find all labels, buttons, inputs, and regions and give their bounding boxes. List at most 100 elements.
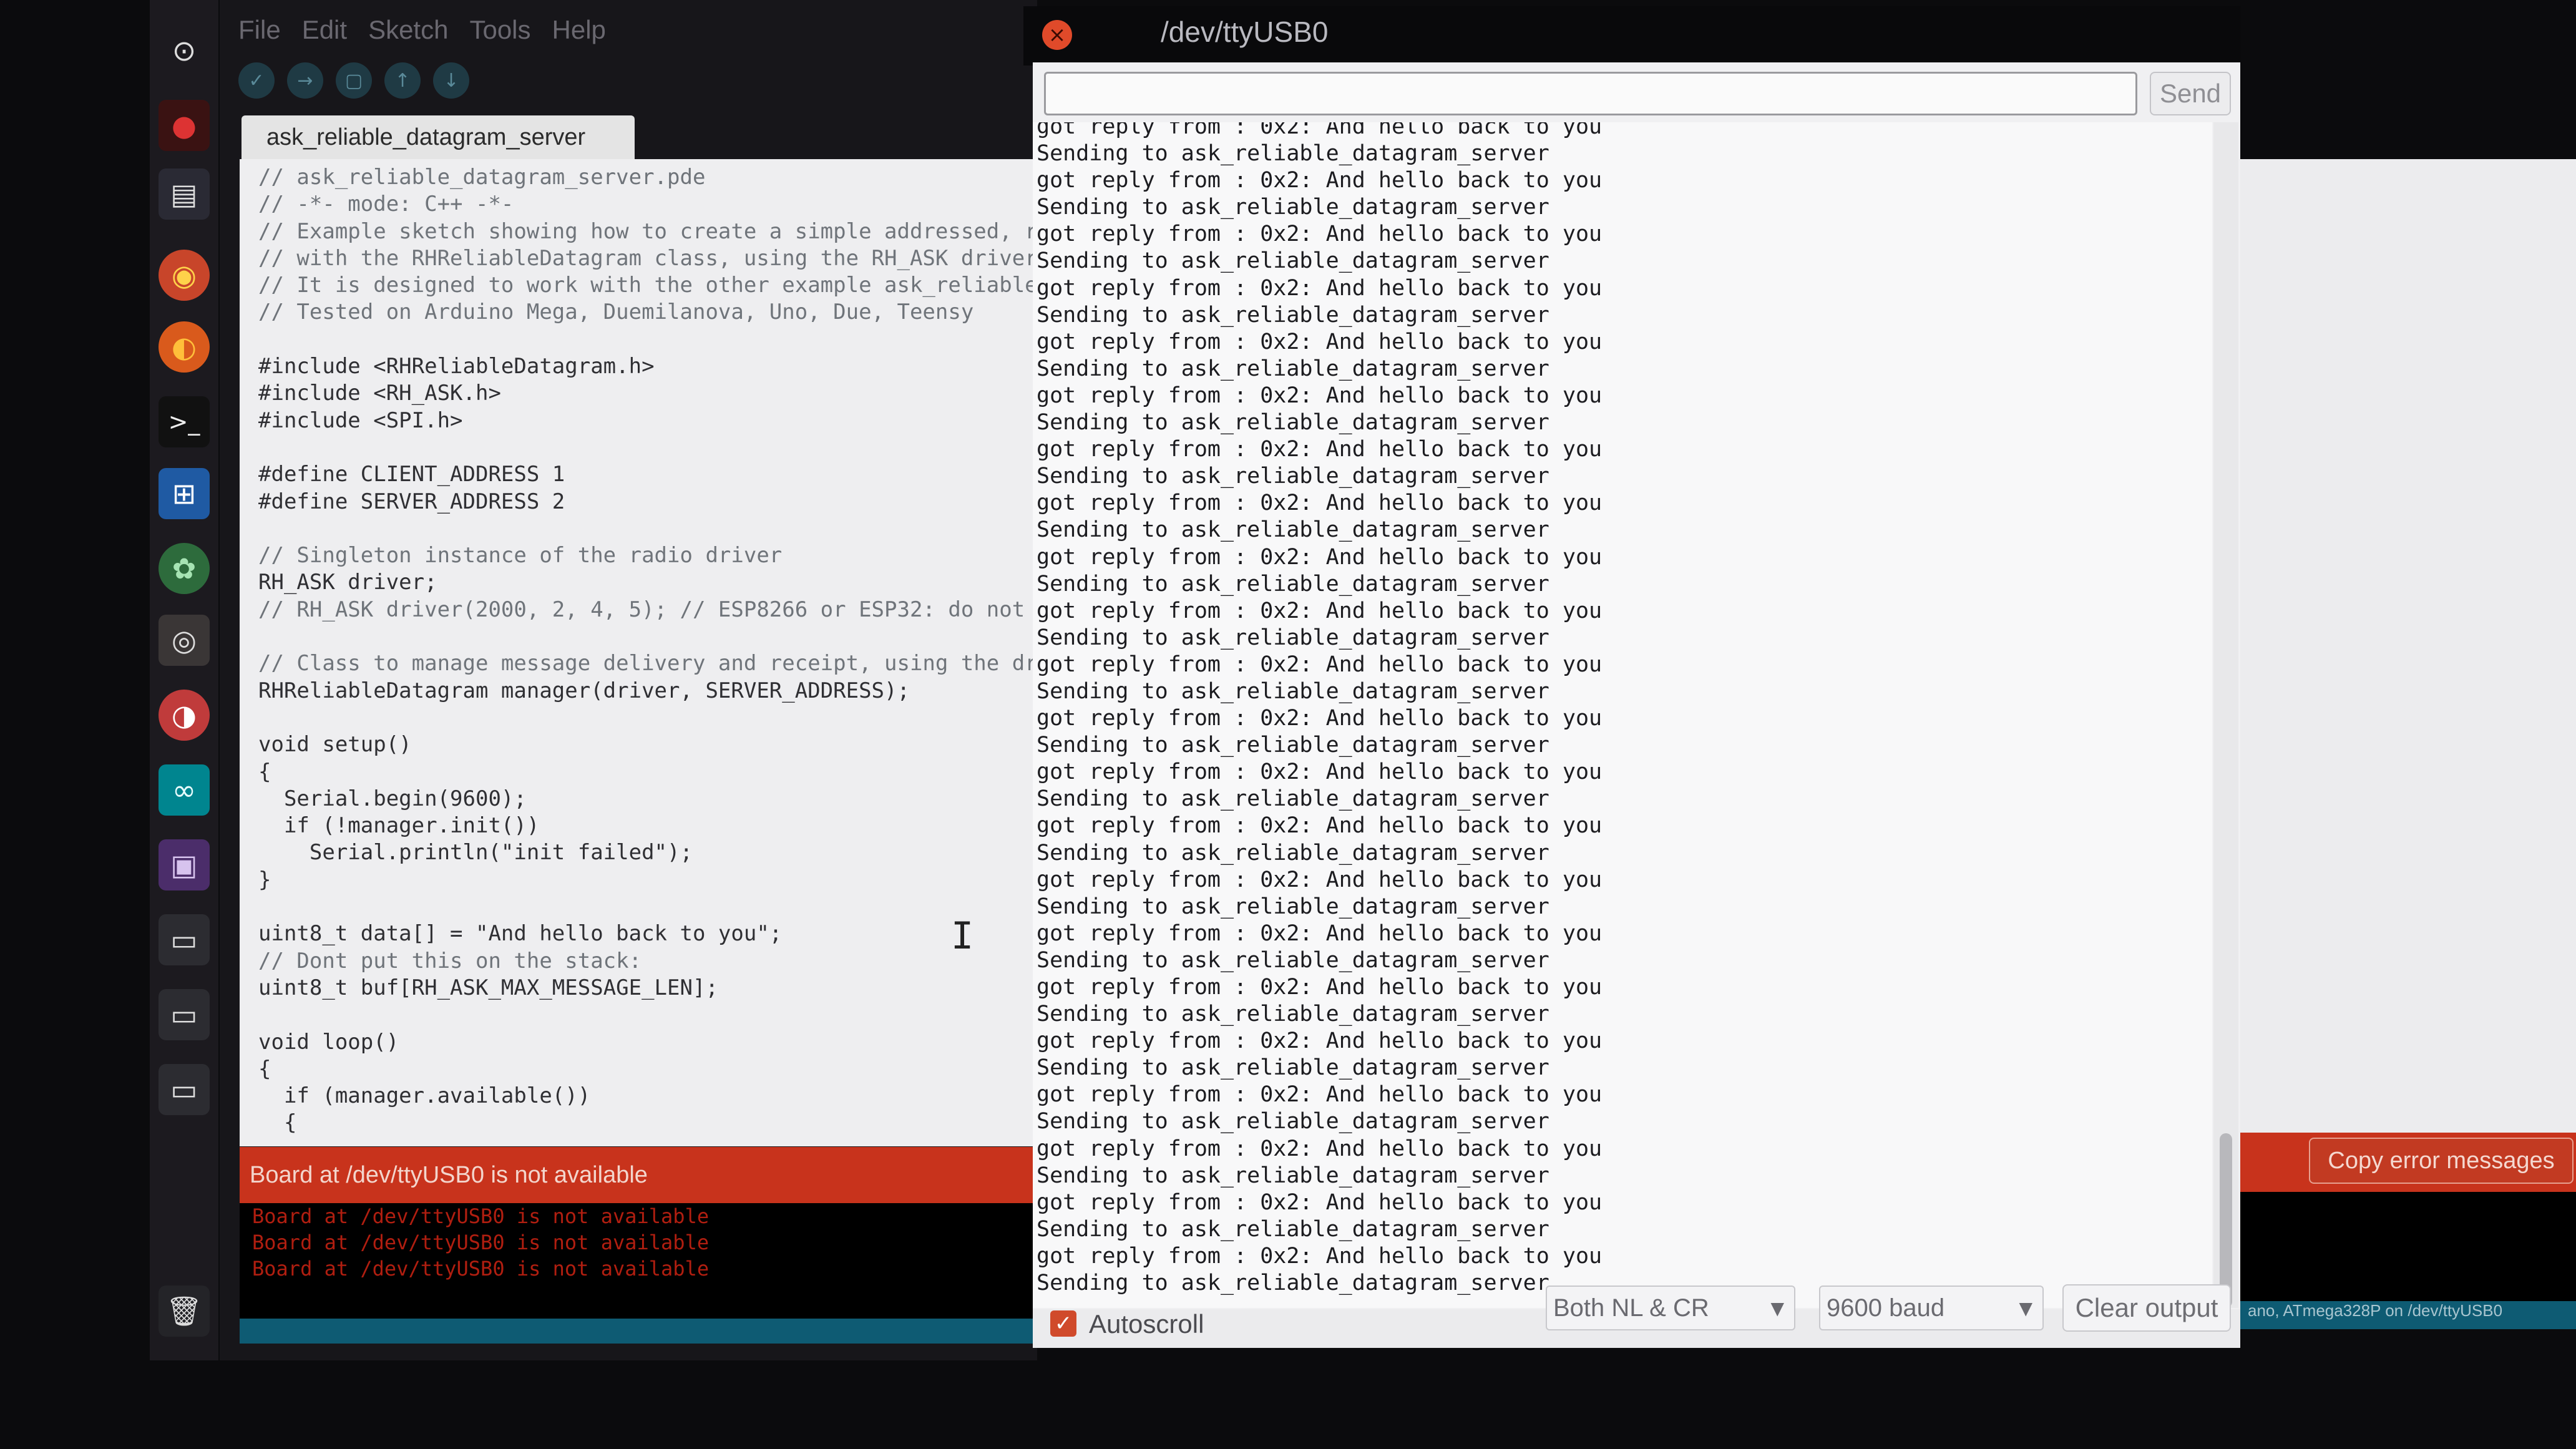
output-line: got reply from : 0x2: And hello back to … <box>1037 168 1603 193</box>
output-line: got reply from : 0x2: And hello back to … <box>1037 275 1603 301</box>
output-line: Sending to ask_reliable_datagram_server <box>1037 786 1549 812</box>
upload-icon[interactable]: → <box>287 62 323 99</box>
output-line: got reply from : 0x2: And hello back to … <box>1037 1082 1603 1108</box>
save-icon[interactable]: ↓ <box>433 62 469 99</box>
app-purple-icon[interactable]: ▣ <box>159 839 210 890</box>
scrollbar[interactable] <box>2213 122 2238 1308</box>
menu-file[interactable]: File <box>238 15 281 45</box>
code-line: RH_ASK driver; <box>258 570 437 595</box>
app-green-icon[interactable]: ✿ <box>159 543 210 594</box>
chevron-down-icon: ▼ <box>1770 1298 1784 1319</box>
console-line: Board at /dev/ttyUSB0 is not available <box>252 1204 710 1228</box>
board-info: ano, ATmega328P on /dev/ttyUSB0 <box>2240 1301 2576 1329</box>
output-line: got reply from : 0x2: And hello back to … <box>1037 651 1603 677</box>
code-line: if (manager.available()) <box>258 1083 591 1109</box>
output-line: got reply from : 0x2: And hello back to … <box>1037 490 1603 516</box>
ide-right-area <box>2240 159 2576 1139</box>
clear-output-button[interactable]: Clear output <box>2062 1284 2231 1332</box>
close-icon[interactable]: × <box>1042 20 1072 50</box>
arduino-icon[interactable]: ∞ <box>159 764 210 816</box>
code-editor[interactable]: // ask_reliable_datagram_server.pde// -*… <box>240 159 1037 1146</box>
serial-output[interactable]: got reply from : 0x2: And hello back to … <box>1033 122 2212 1308</box>
output-line: Sending to ask_reliable_datagram_server <box>1037 1055 1549 1081</box>
output-line: Sending to ask_reliable_datagram_server <box>1037 1109 1549 1134</box>
output-line: got reply from : 0x2: And hello back to … <box>1037 383 1603 408</box>
app-red-icon[interactable]: ◑ <box>159 690 210 741</box>
output-line: got reply from : 0x2: And hello back to … <box>1037 1189 1603 1215</box>
code-line: { <box>258 1056 271 1081</box>
menu-sketch[interactable]: Sketch <box>368 15 448 45</box>
ide-footer <box>240 1319 1037 1344</box>
menu-tools[interactable]: Tools <box>469 15 530 45</box>
code-line: uint8_t buf[RH_ASK_MAX_MESSAGE_LEN]; <box>258 975 718 1000</box>
code-text[interactable]: // ask_reliable_datagram_server.pde// -*… <box>240 159 1037 1137</box>
output-line: got reply from : 0x2: And hello back to … <box>1037 598 1603 623</box>
drive-icon[interactable]: ▭ <box>159 1064 210 1115</box>
code-line: void setup() <box>258 732 412 758</box>
output-line: got reply from : 0x2: And hello back to … <box>1037 329 1603 354</box>
output-line: got reply from : 0x2: And hello back to … <box>1037 920 1603 946</box>
output-line: got reply from : 0x2: And hello back to … <box>1037 222 1603 247</box>
serial-monitor-window: Send got reply from : 0x2: And hello bac… <box>1033 62 2240 1348</box>
output-line: Sending to ask_reliable_datagram_server <box>1037 517 1549 543</box>
code-line: void loop() <box>258 1029 399 1055</box>
line-ending-select[interactable]: Both NL & CR ▼ <box>1546 1286 1795 1330</box>
baud-rate-select[interactable]: 9600 baud ▼ <box>1819 1286 2044 1330</box>
scrollbar-thumb[interactable] <box>2220 1133 2232 1308</box>
copy-error-messages-button[interactable]: Copy error messages <box>2309 1138 2574 1184</box>
drive-icon[interactable]: ▭ <box>159 989 210 1040</box>
toolbar: ✓ → ▢ ↑ ↓ <box>238 56 550 106</box>
open-icon[interactable]: ↑ <box>384 62 421 99</box>
autoscroll-checkbox[interactable]: ✓ <box>1050 1310 1076 1337</box>
tab-sketch[interactable]: ask_reliable_datagram_server <box>242 115 635 159</box>
output-line: got reply from : 0x2: And hello back to … <box>1037 867 1603 892</box>
output-line: got reply from : 0x2: And hello back to … <box>1037 759 1603 785</box>
search-icon[interactable]: ⊙ <box>159 25 210 76</box>
code-line: { <box>258 1110 297 1136</box>
output-line: Sending to ask_reliable_datagram_server <box>1037 464 1549 489</box>
launcher: ⊙ ● ▤ ◉ ◐ >_ ⊞ ✿ ◎ ◑ ∞ ▣ ▭ ▭ ▭ 🗑 <box>150 0 218 1360</box>
output-line: got reply from : 0x2: And hello back to … <box>1037 1028 1603 1054</box>
terminal-icon[interactable]: >_ <box>159 396 210 447</box>
code-line: #define CLIENT_ADDRESS 1 <box>258 462 565 487</box>
output-line: Sending to ask_reliable_datagram_server <box>1037 625 1549 650</box>
app-icon[interactable]: ● <box>159 100 210 151</box>
output-line: got reply from : 0x2: And hello back to … <box>1037 975 1603 1000</box>
menu-edit[interactable]: Edit <box>302 15 347 45</box>
status-bar: Board at /dev/ttyUSB0 is not available <box>240 1147 1037 1203</box>
code-line: // -*- mode: C++ -*- <box>258 192 514 217</box>
output-line: Sending to ask_reliable_datagram_server <box>1037 571 1549 597</box>
code-line: // Tested on Arduino Mega, Duemilanova, … <box>258 300 974 325</box>
chrome-icon[interactable]: ◉ <box>159 250 210 301</box>
software-center-icon[interactable]: ⊞ <box>159 468 210 519</box>
code-line: uint8_t data[] = "And hello back to you"… <box>258 921 783 947</box>
code-line: #include <SPI.h> <box>258 407 463 433</box>
code-line: if (!manager.init()) <box>258 813 540 839</box>
trash-icon[interactable]: 🗑 <box>159 1286 210 1337</box>
code-line: Serial.begin(9600); <box>258 786 527 811</box>
verify-icon[interactable]: ✓ <box>238 62 275 99</box>
output-line: got reply from : 0x2: And hello back to … <box>1037 544 1603 570</box>
menu-help[interactable]: Help <box>552 15 606 45</box>
serial-input[interactable] <box>1044 72 2137 115</box>
output-line: got reply from : 0x2: And hello back to … <box>1037 706 1603 731</box>
output-text: got reply from : 0x2: And hello back to … <box>1037 122 1602 1297</box>
files-icon[interactable]: ▤ <box>159 168 210 220</box>
code-line: #define SERVER_ADDRESS 2 <box>258 489 565 514</box>
code-line: #include <RH_ASK.h> <box>258 381 501 406</box>
camera-icon[interactable]: ◎ <box>159 615 210 666</box>
output-line: Sending to ask_reliable_datagram_server <box>1037 1002 1549 1027</box>
new-icon[interactable]: ▢ <box>336 62 372 99</box>
console-line: Board at /dev/ttyUSB0 is not available <box>252 1257 710 1281</box>
code-line: #include <RHReliableDatagram.h> <box>258 354 655 379</box>
firefox-icon[interactable]: ◐ <box>159 321 210 373</box>
chevron-down-icon: ▼ <box>2019 1298 2032 1319</box>
send-button[interactable]: Send <box>2150 72 2231 115</box>
output-line: Sending to ask_reliable_datagram_server <box>1037 894 1549 919</box>
drive-icon[interactable]: ▭ <box>159 914 210 965</box>
